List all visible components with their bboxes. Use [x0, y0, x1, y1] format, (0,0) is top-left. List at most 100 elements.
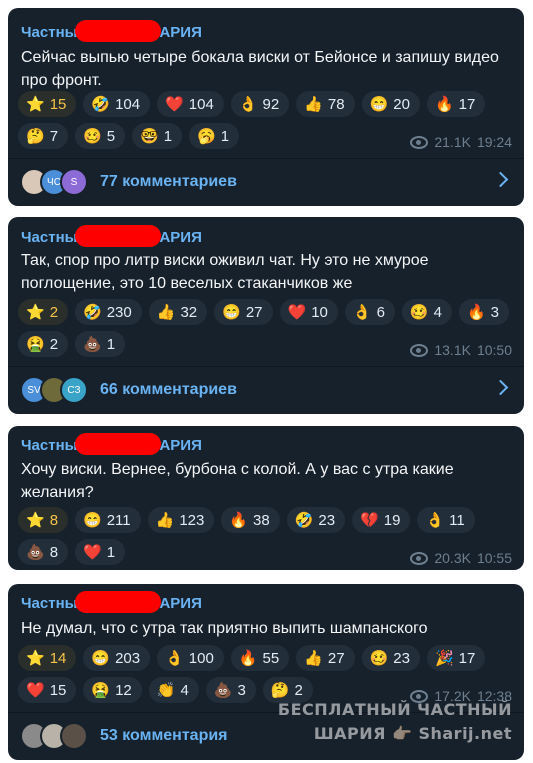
- redaction-mark: [75, 20, 162, 43]
- reaction-count: 32: [180, 303, 198, 321]
- reaction-count: 1: [106, 335, 116, 353]
- chevron-right-icon: [492, 379, 509, 396]
- avatar: S: [60, 168, 88, 196]
- views-icon: [410, 551, 429, 565]
- reaction-emoji-icon: 😁: [91, 649, 111, 667]
- channel-name-prefix: Частны: [21, 24, 78, 41]
- reaction-chip[interactable]: 💩 3: [205, 677, 256, 703]
- reaction-emoji-icon: 🤮: [26, 335, 45, 353]
- reaction-chip[interactable]: 😁 27: [214, 299, 273, 325]
- reaction-chip[interactable]: 👍 123: [147, 507, 215, 533]
- reaction-chip[interactable]: 🔥 55: [230, 645, 290, 671]
- reaction-emoji-icon: 💔: [360, 511, 379, 529]
- post-card: Частны АРИЯ Хочу виски. Вернее, бурбона с…: [8, 426, 524, 570]
- reaction-count: 8: [49, 543, 59, 561]
- reaction-chip[interactable]: 🤮 2: [18, 331, 69, 357]
- avatar: СЗ: [60, 376, 88, 404]
- commenter-avatars: ЧС S: [20, 168, 88, 196]
- reaction-chip[interactable]: 🤮 12: [83, 677, 142, 703]
- reaction-emoji-icon: 🥴: [409, 303, 429, 321]
- channel-name[interactable]: Частны АРИЯ: [21, 225, 202, 251]
- reaction-count: 14: [49, 649, 67, 667]
- reaction-emoji-icon: 🤣: [294, 511, 314, 529]
- reaction-chip[interactable]: 🔥 38: [221, 507, 280, 533]
- reaction-count: 203: [115, 649, 141, 667]
- reaction-emoji-icon: 👏: [156, 681, 176, 699]
- reaction-chip[interactable]: 🤣 23: [286, 507, 346, 533]
- view-count: 20.3K: [434, 550, 471, 566]
- comments-button[interactable]: ЧС S 77 комментариев: [8, 159, 524, 205]
- paid-star-reaction[interactable]: ⭐ 15: [18, 91, 77, 117]
- reaction-chip[interactable]: 🥴 5: [75, 123, 126, 149]
- reaction-chip[interactable]: 🥱 1: [189, 123, 240, 149]
- reaction-emoji-icon: 🥴: [83, 127, 102, 145]
- reaction-count: 27: [245, 303, 263, 321]
- reaction-emoji-icon: 🥴: [369, 649, 389, 667]
- reaction-count: 15: [49, 681, 67, 699]
- reaction-emoji-icon: 🔥: [466, 303, 486, 321]
- reaction-count: 23: [318, 511, 336, 529]
- reaction-chip[interactable]: ❤️ 1: [75, 539, 126, 565]
- reaction-chip[interactable]: 👏 4: [148, 677, 199, 703]
- reaction-chip[interactable]: 🎉 17: [426, 645, 486, 671]
- reaction-chip[interactable]: 😁 203: [83, 645, 151, 671]
- watermark: БЕСПЛАТНЫЙ ЧАСТНЫЙ ШАРИЯ 👉🏻 Sharij.net: [278, 698, 512, 746]
- paid-star-reaction[interactable]: ⭐ 14: [18, 645, 77, 671]
- reaction-emoji-icon: 🔥: [238, 649, 258, 667]
- reaction-count: 3: [490, 303, 499, 321]
- reaction-count: 5: [106, 127, 116, 145]
- reaction-chip[interactable]: 🤣 104: [83, 91, 151, 117]
- reaction-emoji-icon: 🤣: [91, 95, 111, 113]
- reaction-chip[interactable]: 👍 78: [296, 91, 355, 117]
- reaction-chip[interactable]: 👌 92: [230, 91, 290, 117]
- comments-button[interactable]: SV СЗ 66 комментариев: [8, 367, 524, 413]
- reaction-chip[interactable]: 🤣 230: [75, 299, 142, 325]
- reaction-chip[interactable]: 💩 1: [75, 331, 126, 357]
- channel-name[interactable]: Частны АРИЯ: [21, 433, 202, 459]
- reaction-chip[interactable]: ❤️ 10: [279, 299, 338, 325]
- reaction-emoji-icon: 👍: [156, 303, 176, 321]
- reaction-count: 100: [188, 649, 214, 667]
- reaction-chip[interactable]: 👌 100: [157, 645, 224, 671]
- comments-label: 66 комментариев: [100, 381, 237, 398]
- reaction-emoji-icon: 🤔: [270, 681, 290, 699]
- reaction-chip[interactable]: 👌 11: [417, 507, 475, 533]
- reaction-chip[interactable]: 💔 19: [352, 507, 411, 533]
- reaction-count: 10: [311, 303, 328, 321]
- reaction-count: 4: [433, 303, 442, 321]
- reaction-chip[interactable]: 😁 20: [361, 91, 420, 117]
- comments-label: 53 комментария: [100, 727, 228, 744]
- reaction-count: 123: [179, 511, 205, 529]
- reaction-chip[interactable]: 😁 211: [75, 507, 141, 533]
- reaction-count: 11: [449, 511, 465, 529]
- channel-name-prefix: Частны: [21, 595, 78, 612]
- reaction-count: 8: [49, 511, 59, 529]
- reaction-emoji-icon: 👌: [425, 511, 445, 529]
- reaction-chip[interactable]: 👌 6: [344, 299, 395, 325]
- reaction-chip[interactable]: 🥴 4: [401, 299, 452, 325]
- reaction-chip[interactable]: ❤️ 104: [157, 91, 224, 117]
- reaction-chip[interactable]: ❤️ 15: [18, 677, 77, 703]
- reaction-count: 2: [49, 335, 59, 353]
- reaction-chip[interactable]: 🔥 3: [458, 299, 509, 325]
- paid-star-reaction[interactable]: ⭐ 2: [18, 299, 69, 325]
- redaction-mark: [75, 433, 162, 456]
- reaction-chip[interactable]: 👍 27: [296, 645, 355, 671]
- reaction-chip[interactable]: 🤔 7: [18, 123, 69, 149]
- reaction-chip[interactable]: 💩 8: [18, 539, 69, 565]
- reaction-count: 230: [106, 303, 132, 321]
- reaction-count: 1: [106, 543, 116, 561]
- reaction-chip[interactable]: 🔥 17: [426, 91, 486, 117]
- reaction-count: 55: [262, 649, 280, 667]
- paid-star-reaction[interactable]: ⭐ 8: [18, 507, 69, 533]
- message-meta: 20.3K 10:55: [410, 550, 512, 566]
- channel-name[interactable]: Частны АРИЯ: [21, 591, 202, 617]
- channel-name[interactable]: Частны АРИЯ: [21, 20, 202, 46]
- message-time: 10:50: [476, 342, 512, 358]
- reaction-chip[interactable]: 🤓 1: [132, 123, 183, 149]
- reaction-chip[interactable]: 🥴 23: [361, 645, 420, 671]
- reaction-chip[interactable]: 👍 32: [148, 299, 208, 325]
- comments-label: 77 комментариев: [100, 173, 237, 190]
- reaction-emoji-icon: 🥱: [197, 127, 216, 145]
- reaction-count: 6: [376, 303, 385, 321]
